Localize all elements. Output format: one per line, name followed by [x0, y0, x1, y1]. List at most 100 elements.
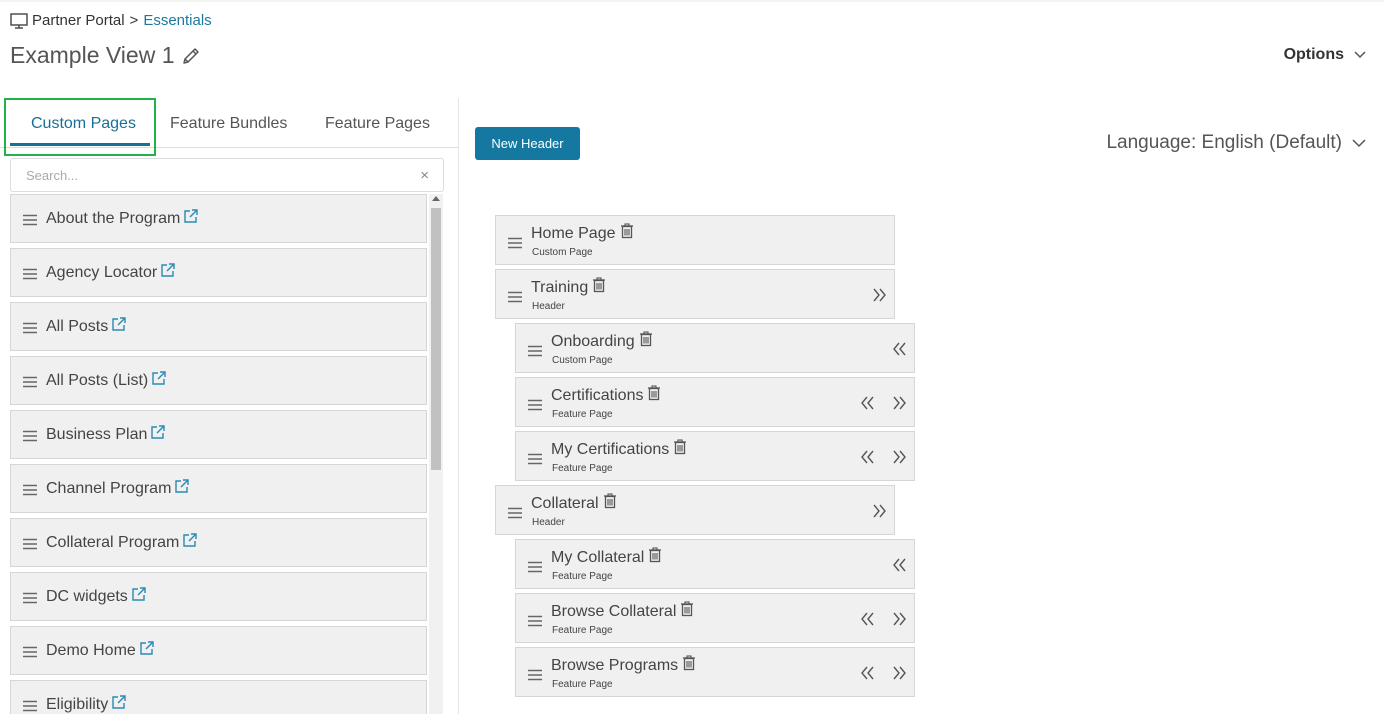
- drag-handle-icon[interactable]: [527, 344, 543, 357]
- breadcrumb-current[interactable]: Essentials: [143, 12, 211, 29]
- trash-icon[interactable]: [678, 655, 696, 676]
- outdent-chevrons-left-icon[interactable]: [891, 341, 907, 357]
- external-link-icon[interactable]: [150, 369, 168, 392]
- outdent-chevrons-left-icon[interactable]: [859, 449, 875, 465]
- list-item[interactable]: DC widgets: [10, 572, 427, 621]
- drag-handle-icon[interactable]: [22, 321, 38, 333]
- tab-custom-pages[interactable]: Custom Pages: [31, 115, 136, 133]
- list-item[interactable]: All Posts (List): [10, 356, 427, 405]
- trash-icon[interactable]: [643, 385, 661, 406]
- trash-icon[interactable]: [635, 331, 653, 352]
- indent-chevrons-right-icon[interactable]: [871, 503, 887, 519]
- scroll-up-arrow-icon[interactable]: [432, 196, 440, 201]
- tab-feature-bundles[interactable]: Feature Bundles: [170, 115, 287, 133]
- indent-chevrons-right-icon[interactable]: [891, 611, 907, 627]
- drag-handle-icon[interactable]: [527, 452, 543, 465]
- search-input[interactable]: [26, 160, 406, 190]
- nav-item-type: Custom Page: [552, 355, 613, 366]
- drag-handle-icon[interactable]: [22, 483, 38, 495]
- nav-tree-item[interactable]: Home Page Custom Page: [495, 215, 895, 265]
- external-link-icon[interactable]: [138, 639, 156, 662]
- list-item[interactable]: Collateral Program: [10, 518, 427, 567]
- nav-item-name: Browse Collateral: [551, 602, 677, 620]
- outdent-chevrons-left-icon[interactable]: [859, 665, 875, 681]
- drag-handle-icon[interactable]: [527, 668, 543, 681]
- drag-handle-icon[interactable]: [22, 429, 38, 441]
- list-item[interactable]: Channel Program: [10, 464, 427, 513]
- outdent-chevrons-left-icon[interactable]: [859, 611, 875, 627]
- nav-item-title-row: Certifications: [551, 385, 661, 406]
- nav-tree-item[interactable]: My Collateral Feature Page: [515, 539, 915, 589]
- list-item-label: Business Plan: [46, 425, 148, 443]
- drag-handle-icon[interactable]: [527, 398, 543, 411]
- external-link-icon[interactable]: [159, 261, 177, 284]
- trash-icon[interactable]: [676, 601, 694, 622]
- drag-handle-icon[interactable]: [22, 699, 38, 711]
- trash-icon[interactable]: [599, 493, 617, 514]
- drag-handle-icon[interactable]: [507, 506, 523, 519]
- nav-item-name: Certifications: [551, 386, 644, 404]
- indent-chevrons-right-icon[interactable]: [891, 449, 907, 465]
- new-header-button[interactable]: New Header: [475, 127, 580, 160]
- monitor-icon: [10, 12, 28, 29]
- outdent-chevrons-left-icon[interactable]: [859, 395, 875, 411]
- list-item-label: Demo Home: [46, 641, 136, 659]
- list-item[interactable]: Business Plan: [10, 410, 427, 459]
- chevron-down-icon: [1354, 51, 1366, 59]
- nav-tree-item[interactable]: Training Header: [495, 269, 895, 319]
- external-link-icon[interactable]: [181, 531, 199, 554]
- list-item-label: About the Program: [46, 209, 181, 227]
- trash-icon[interactable]: [588, 277, 606, 298]
- external-link-icon[interactable]: [182, 207, 200, 230]
- nav-tree-item[interactable]: Browse Collateral Feature Page: [515, 593, 915, 643]
- list-scrollbar[interactable]: [429, 194, 443, 714]
- nav-item-type: Feature Page: [552, 679, 613, 690]
- external-link-icon[interactable]: [173, 477, 191, 500]
- trash-icon[interactable]: [669, 439, 687, 460]
- chevron-down-icon: [1352, 138, 1366, 147]
- trash-icon[interactable]: [616, 223, 634, 244]
- nav-item-name: Onboarding: [551, 332, 635, 350]
- drag-handle-icon[interactable]: [22, 375, 38, 387]
- list-item[interactable]: Agency Locator: [10, 248, 427, 297]
- list-item[interactable]: Demo Home: [10, 626, 427, 675]
- external-link-icon[interactable]: [130, 585, 148, 608]
- nav-tree-item[interactable]: My Certifications Feature Page: [515, 431, 915, 481]
- nav-tree-item[interactable]: Certifications Feature Page: [515, 377, 915, 427]
- breadcrumb-root[interactable]: Partner Portal: [32, 12, 125, 29]
- indent-chevrons-right-icon[interactable]: [891, 395, 907, 411]
- nav-tree-item[interactable]: Collateral Header: [495, 485, 895, 535]
- drag-handle-icon[interactable]: [22, 591, 38, 603]
- indent-chevrons-right-icon[interactable]: [891, 665, 907, 681]
- drag-handle-icon[interactable]: [22, 267, 38, 279]
- tab-feature-pages[interactable]: Feature Pages: [325, 115, 430, 133]
- nav-item-title-row: Browse Programs: [551, 655, 696, 676]
- external-link-icon[interactable]: [149, 423, 167, 446]
- nav-item-type: Feature Page: [552, 409, 613, 420]
- edit-pencil-icon[interactable]: [181, 46, 201, 66]
- drag-handle-icon[interactable]: [527, 614, 543, 627]
- external-link-icon[interactable]: [110, 693, 128, 714]
- nav-tree-item[interactable]: Browse Programs Feature Page: [515, 647, 915, 697]
- nav-tree-item[interactable]: Onboarding Custom Page: [515, 323, 915, 373]
- drag-handle-icon[interactable]: [527, 560, 543, 573]
- drag-handle-icon[interactable]: [507, 290, 523, 303]
- scroll-thumb[interactable]: [431, 208, 441, 470]
- language-dropdown[interactable]: Language: English (Default): [1106, 132, 1366, 154]
- list-item[interactable]: About the Program: [10, 194, 427, 243]
- nav-item-title-row: Training: [531, 277, 606, 298]
- indent-chevrons-right-icon[interactable]: [871, 287, 887, 303]
- left-panel: Custom Pages Feature Bundles Feature Pag…: [0, 98, 459, 714]
- clear-search-icon[interactable]: ×: [420, 167, 429, 184]
- drag-handle-icon[interactable]: [22, 645, 38, 657]
- drag-handle-icon[interactable]: [22, 537, 38, 549]
- outdent-chevrons-left-icon[interactable]: [891, 557, 907, 573]
- active-tab-underline: [10, 143, 150, 146]
- drag-handle-icon[interactable]: [507, 236, 523, 249]
- external-link-icon[interactable]: [110, 315, 128, 338]
- options-dropdown[interactable]: Options: [1284, 46, 1366, 64]
- trash-icon[interactable]: [644, 547, 662, 568]
- drag-handle-icon[interactable]: [22, 213, 38, 225]
- list-item[interactable]: Eligibility: [10, 680, 427, 714]
- list-item[interactable]: All Posts: [10, 302, 427, 351]
